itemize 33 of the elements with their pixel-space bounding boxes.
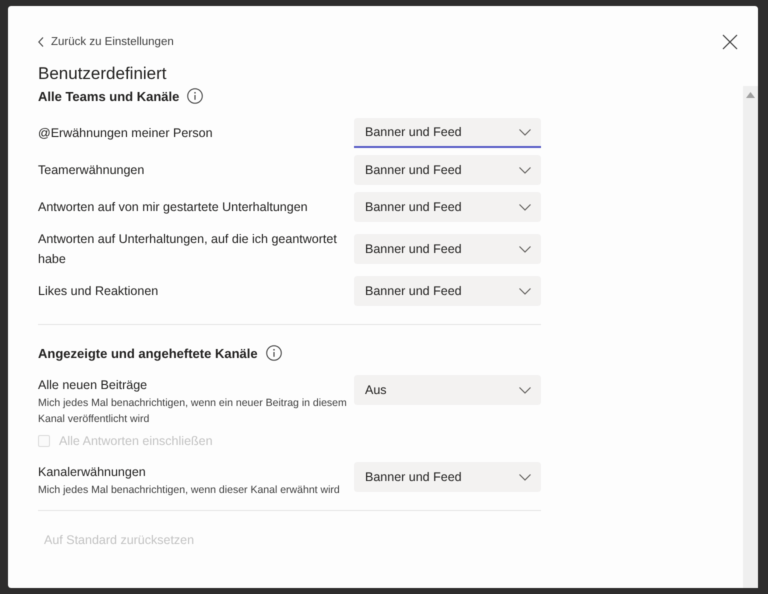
notification-dropdown[interactable]: Banner und Feed (354, 118, 541, 148)
back-link[interactable]: Zurück zu Einstellungen (38, 36, 174, 48)
chevron-left-icon (38, 37, 44, 47)
setting-label: Alle neuen Beiträge (38, 377, 148, 394)
setting-description: Mich jedes Mal benachrichtigen, wenn ein neuer Beitrag in diesem Kanal veröffentlicht wird (38, 396, 348, 427)
chevron-down-icon (519, 474, 531, 480)
dialog-title: Benutzerdefiniert (38, 64, 168, 84)
scrollbar[interactable] (743, 86, 758, 588)
section-heading: Alle Teams und Kanäle (38, 88, 180, 104)
info-icon[interactable] (266, 345, 282, 361)
chevron-down-icon (519, 204, 531, 210)
notification-dropdown[interactable]: Banner und Feed (354, 462, 541, 492)
chevron-down-icon (519, 386, 531, 394)
notification-dropdown[interactable]: Banner und Feed (354, 155, 541, 185)
setting-label: Teamerwähnungen (38, 162, 146, 179)
section-heading: Angezeigte und angeheftete Kanäle (38, 346, 258, 360)
notification-dropdown[interactable]: Aus (354, 375, 541, 405)
setting-label: Antworten auf von mir gestartete Unterhaltungen (38, 199, 309, 216)
chevron-down-icon (519, 246, 531, 252)
chevron-down-icon (519, 288, 531, 294)
setting-label: @Erwähnungen meiner Person (38, 125, 214, 142)
notification-dropdown[interactable]: Banner und Feed (354, 234, 541, 264)
chevron-down-icon (519, 128, 531, 136)
setting-description: Mich jedes Mal benachrichtigen, wenn dieser Kanal erwähnt wird (38, 483, 341, 498)
notification-dropdown[interactable]: Banner und Feed (354, 192, 541, 222)
chevron-down-icon (519, 166, 531, 174)
setting-label: Likes und Reaktionen (38, 283, 160, 300)
notification-dropdown[interactable]: Banner und Feed (354, 276, 541, 306)
close-icon[interactable] (722, 34, 738, 50)
setting-label: Antworten auf Unterhaltungen, auf die ich geantwortet habe (38, 231, 338, 268)
info-icon[interactable] (187, 88, 204, 104)
checkbox-label: Alle Antworten einschließen (59, 434, 213, 448)
setting-label: Kanalerwähnungen (38, 464, 147, 481)
